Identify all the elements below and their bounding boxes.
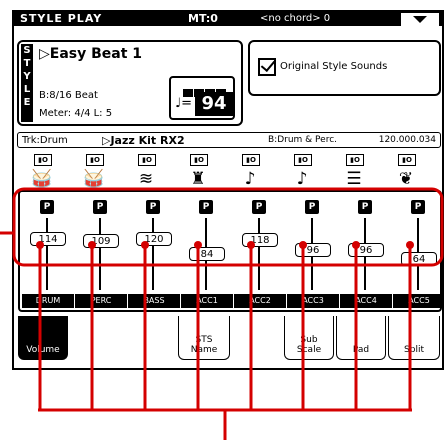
channel-strip: P 96 ACC3 bbox=[287, 192, 339, 310]
play-status-icon[interactable]: P bbox=[40, 200, 54, 214]
quarter-note-icon: ♩= bbox=[175, 96, 193, 111]
play-mute-icon[interactable]: ▮O bbox=[346, 154, 364, 166]
channel-strip: P 64 ACC5 bbox=[393, 192, 442, 310]
channel-name: ACC4 bbox=[340, 294, 392, 308]
tempo-box: ♩= 94 bbox=[169, 76, 235, 120]
channel-strip: P 109 PERC bbox=[75, 192, 127, 310]
volume-mixer: P 114 DRUM P 109 PERC P 120 BASS P 84 AC… bbox=[18, 190, 442, 312]
organ-icon: ☰ bbox=[346, 169, 362, 189]
sound-bank: B:Drum & Perc. bbox=[268, 135, 338, 145]
track-info-bar: Trk:Drum ▷Jazz Kit RX2 B:Drum & Perc. 12… bbox=[17, 132, 441, 148]
tab-split[interactable]: Split bbox=[388, 316, 440, 360]
style-vertical-label: S T Y L E bbox=[21, 44, 33, 122]
tab-label: Volume bbox=[26, 345, 60, 355]
style-letter: L bbox=[23, 84, 31, 95]
channel-name: PERC bbox=[75, 294, 127, 308]
piano-icon: ♜ bbox=[190, 169, 206, 189]
original-style-sounds-label: Original Style Sounds bbox=[280, 61, 388, 72]
tab-label: Pad bbox=[352, 345, 370, 355]
checkbox-icon[interactable] bbox=[258, 58, 276, 76]
channel-strip: P 84 ACC1 bbox=[181, 192, 233, 310]
style-meter: Meter: 4/4 L: 5 bbox=[39, 108, 113, 119]
tab-volume[interactable]: Volume bbox=[18, 316, 68, 360]
play-mute-icon[interactable]: ▮O bbox=[398, 154, 416, 166]
volume-fader[interactable]: 120 bbox=[136, 232, 172, 246]
volume-fader[interactable]: 118 bbox=[242, 233, 278, 247]
display-screen: STYLE PLAY MT:0 <no chord> 0 S T Y L E ▷… bbox=[12, 10, 444, 370]
play-mute-icon[interactable]: ▮O bbox=[242, 154, 260, 166]
channel-name: BASS bbox=[128, 294, 180, 308]
guitar-icon: ♪ bbox=[296, 169, 308, 189]
channel-strip: P 114 DRUM bbox=[22, 192, 74, 310]
tab-sub-scale[interactable]: Sub Scale bbox=[284, 316, 334, 360]
play-mute-icon[interactable]: ▮O bbox=[138, 154, 156, 166]
play-status-icon[interactable]: P bbox=[252, 200, 266, 214]
play-status-icon[interactable]: P bbox=[199, 200, 213, 214]
master-transpose: MT:0 bbox=[188, 12, 218, 25]
channel-strip: P 96 ACC4 bbox=[340, 192, 392, 310]
play-status-icon[interactable]: P bbox=[93, 200, 107, 214]
channel-name: ACC2 bbox=[234, 294, 286, 308]
channel-name: ACC3 bbox=[287, 294, 339, 308]
channel-strip: P 120 BASS bbox=[128, 192, 180, 310]
fader-track[interactable] bbox=[258, 218, 260, 290]
tab-label: STS Name bbox=[190, 335, 218, 355]
channel-strip: P 118 ACC2 bbox=[234, 192, 286, 310]
fader-track[interactable] bbox=[99, 218, 101, 290]
play-mute-icon[interactable]: ▮O bbox=[34, 154, 52, 166]
fader-track[interactable] bbox=[46, 218, 48, 290]
track-label: Trk:Drum bbox=[22, 135, 68, 146]
style-area[interactable]: S T Y L E ▷Easy Beat 1 B:8/16 Beat Meter… bbox=[17, 40, 243, 126]
sound-name: ▷Jazz Kit RX2 bbox=[102, 134, 185, 147]
channel-name: DRUM bbox=[22, 294, 74, 308]
strings-icon: ❦ bbox=[398, 169, 414, 189]
page-title: STYLE PLAY bbox=[20, 12, 103, 25]
bass-icon: ≋ bbox=[138, 169, 154, 189]
style-bank: B:8/16 Beat bbox=[39, 90, 98, 101]
style-letter: E bbox=[23, 97, 31, 108]
style-letter: T bbox=[23, 58, 31, 69]
volume-fader[interactable]: 84 bbox=[189, 247, 225, 261]
program-number: 120.000.034 bbox=[378, 135, 436, 145]
percussion-icon: 🥁 bbox=[83, 169, 105, 189]
tab-sts-name[interactable]: STS Name bbox=[178, 316, 230, 360]
volume-fader[interactable]: 109 bbox=[83, 234, 119, 248]
volume-fader[interactable]: 96 bbox=[295, 243, 331, 257]
original-style-sounds-button[interactable]: Original Style Sounds bbox=[248, 40, 441, 96]
tab-label: Split bbox=[404, 345, 424, 355]
volume-fader[interactable]: 64 bbox=[401, 252, 437, 266]
top-bar: STYLE PLAY MT:0 <no chord> 0 bbox=[14, 12, 442, 26]
style-letter: S bbox=[23, 45, 31, 56]
play-status-icon[interactable]: P bbox=[305, 200, 319, 214]
play-mute-icon[interactable]: ▮O bbox=[86, 154, 104, 166]
play-status-icon[interactable]: P bbox=[411, 200, 425, 214]
chord-display: <no chord> 0 bbox=[260, 13, 331, 24]
play-mute-icon[interactable]: ▮O bbox=[190, 154, 208, 166]
style-letter: Y bbox=[23, 71, 31, 82]
style-name: ▷Easy Beat 1 bbox=[39, 46, 143, 62]
guitar-icon: ♪ bbox=[244, 169, 256, 189]
tab-pad[interactable]: Pad bbox=[336, 316, 386, 360]
fader-track[interactable] bbox=[152, 218, 154, 290]
channel-name: ACC1 bbox=[181, 294, 233, 308]
play-mute-icon[interactable]: ▮O bbox=[294, 154, 312, 166]
volume-fader[interactable]: 96 bbox=[348, 243, 384, 257]
bottom-tab-bar: Volume STS Name Sub Scale Pad Split bbox=[18, 316, 442, 368]
play-status-icon[interactable]: P bbox=[358, 200, 372, 214]
volume-fader[interactable]: 114 bbox=[30, 232, 66, 246]
drum-kit-icon: 🥁 bbox=[31, 169, 53, 189]
channel-name: ACC5 bbox=[393, 294, 442, 308]
play-status-icon[interactable]: P bbox=[146, 200, 160, 214]
beat-indicator bbox=[183, 82, 229, 97]
tempo-value: 94 bbox=[195, 92, 233, 116]
tab-label: Sub Scale bbox=[296, 335, 322, 355]
page-menu-button[interactable] bbox=[401, 13, 439, 26]
